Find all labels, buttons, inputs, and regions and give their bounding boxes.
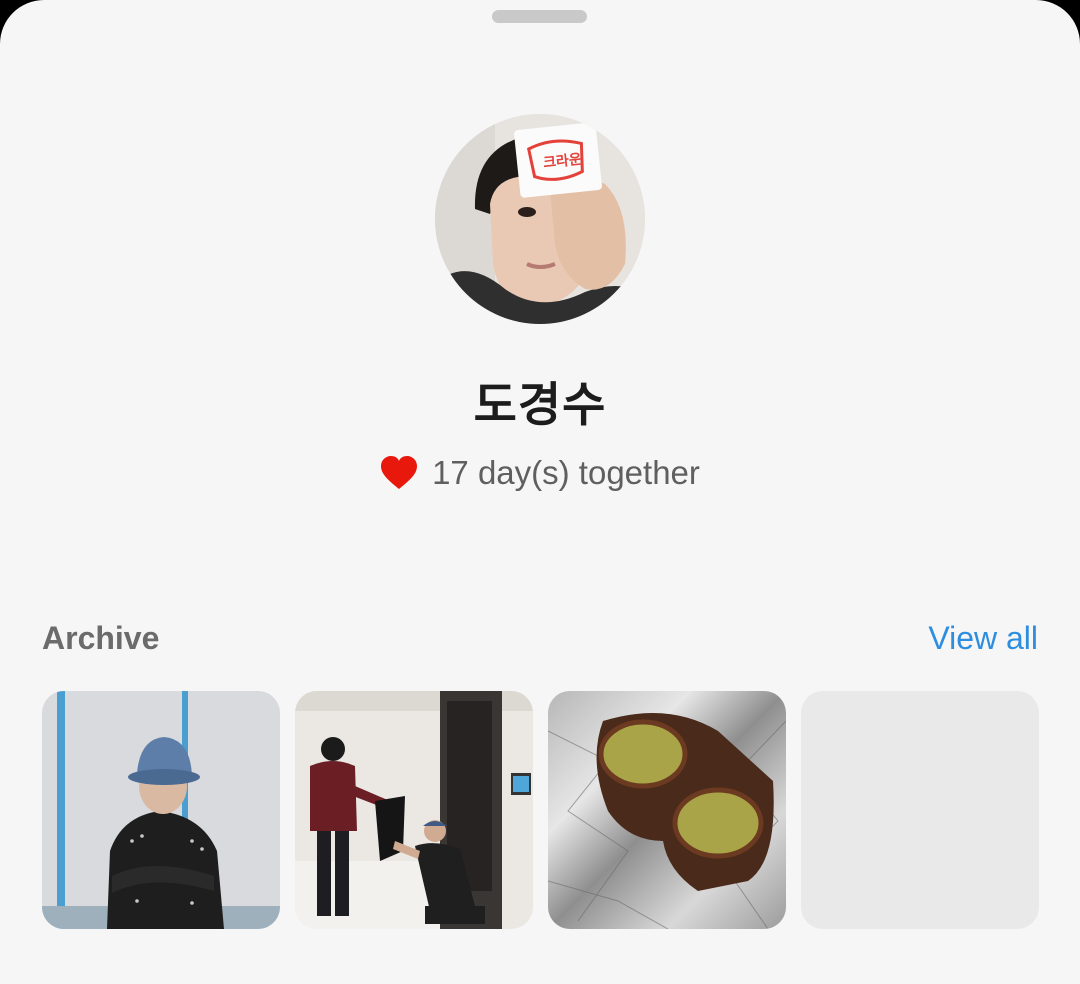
archive-thumb-photo-hallway-two-men[interactable] <box>295 691 533 929</box>
archive-title: Archive <box>42 620 160 656</box>
archive-thumb-empty-placeholder[interactable] <box>801 691 1039 929</box>
days-together-label: 17 day(s) together <box>432 454 700 491</box>
archive-thumb-photo-man-in-cap[interactable] <box>42 691 280 929</box>
sheet-drag-handle[interactable] <box>492 10 587 23</box>
view-all-link[interactable]: View all <box>928 620 1038 657</box>
days-together-row: 17 day(s) together <box>0 452 1080 494</box>
profile-avatar[interactable]: 크라운 <box>435 114 645 324</box>
heart-icon <box>381 456 418 489</box>
profile-name: 도경수 <box>473 378 607 433</box>
archive-thumb-photo-chocolate-dessert[interactable] <box>548 691 786 929</box>
profile-sheet: 크라운 도경수 17 day(s) together Archive View … <box>0 0 1080 984</box>
